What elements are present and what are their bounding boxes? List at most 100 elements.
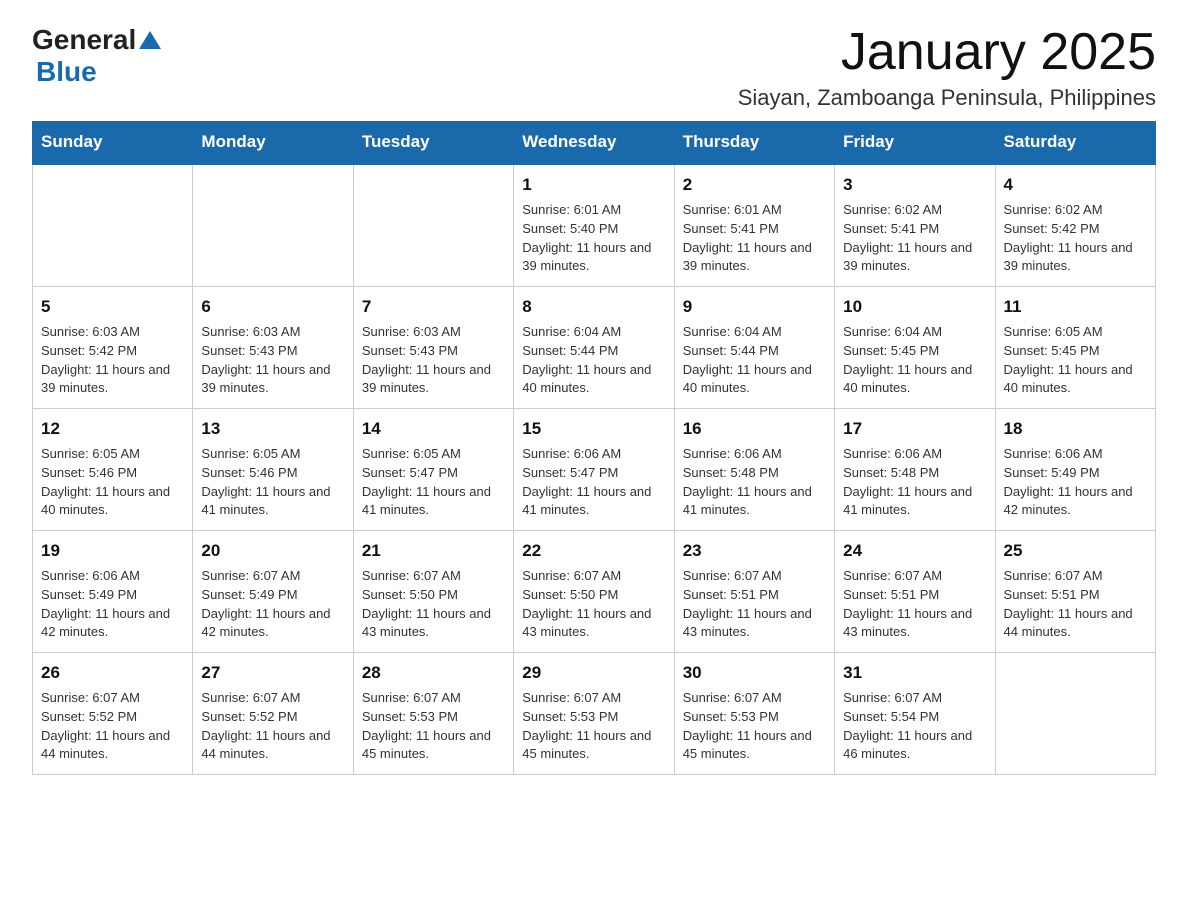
logo-general-text: General <box>32 24 136 56</box>
day-detail: Sunrise: 6:02 AM Sunset: 5:41 PM Dayligh… <box>843 201 986 276</box>
col-header-sunday: Sunday <box>33 122 193 164</box>
day-detail: Sunrise: 6:05 AM Sunset: 5:46 PM Dayligh… <box>201 445 344 520</box>
day-number: 28 <box>362 661 505 686</box>
day-number: 14 <box>362 417 505 442</box>
calendar-cell: 15Sunrise: 6:06 AM Sunset: 5:47 PM Dayli… <box>514 409 674 531</box>
day-detail: Sunrise: 6:07 AM Sunset: 5:50 PM Dayligh… <box>362 567 505 642</box>
day-detail: Sunrise: 6:01 AM Sunset: 5:41 PM Dayligh… <box>683 201 826 276</box>
calendar-cell: 22 Sunrise: 6:07 AM Sunset: 5:50 PM Dayli… <box>514 531 674 653</box>
week-row-3: 12 Sunrise: 6:05 AM Sunset: 5:46 PM Dayli… <box>33 409 1156 531</box>
calendar-cell: 30Sunrise: 6:07 AM Sunset: 5:53 PM Dayli… <box>674 653 834 775</box>
day-number: 15 <box>522 417 665 442</box>
day-detail: Sunrise: 6:05 AM Sunset: 5:45 PM Dayligh… <box>1004 323 1147 398</box>
col-header-wednesday: Wednesday <box>514 122 674 164</box>
logo-arrow-icon <box>139 31 161 49</box>
day-number: 25 <box>1004 539 1147 564</box>
calendar-cell: 2 Sunrise: 6:01 AM Sunset: 5:41 PM Daylig… <box>674 164 834 287</box>
calendar-cell: 31Sunrise: 6:07 AM Sunset: 5:54 PM Dayli… <box>835 653 995 775</box>
calendar-cell: 29Sunrise: 6:07 AM Sunset: 5:53 PM Dayli… <box>514 653 674 775</box>
day-detail: Sunrise: 6:03 AM Sunset: 5:42 PM Dayligh… <box>41 323 184 398</box>
day-detail: Sunrise: 6:07 AM Sunset: 5:51 PM Dayligh… <box>1004 567 1147 642</box>
calendar-cell: 26 Sunrise: 6:07 AM Sunset: 5:52 PM Dayli… <box>33 653 193 775</box>
calendar-cell <box>353 164 513 287</box>
logo-blue-text: Blue <box>36 56 97 87</box>
calendar-cell: 8Sunrise: 6:04 AM Sunset: 5:44 PM Daylig… <box>514 287 674 409</box>
day-detail: Sunrise: 6:05 AM Sunset: 5:47 PM Dayligh… <box>362 445 505 520</box>
day-number: 17 <box>843 417 986 442</box>
col-header-thursday: Thursday <box>674 122 834 164</box>
day-number: 31 <box>843 661 986 686</box>
day-detail: Sunrise: 6:07 AM Sunset: 5:53 PM Dayligh… <box>362 689 505 764</box>
calendar-cell: 5 Sunrise: 6:03 AM Sunset: 5:42 PM Daylig… <box>33 287 193 409</box>
calendar-cell: 12Sunrise: 6:05 AM Sunset: 5:46 PM Dayli… <box>33 409 193 531</box>
day-number: 4 <box>1004 173 1147 198</box>
calendar-cell: 4 Sunrise: 6:02 AM Sunset: 5:42 PM Daylig… <box>995 164 1155 287</box>
day-number: 16 <box>683 417 826 442</box>
calendar-cell <box>193 164 353 287</box>
day-number: 24 <box>843 539 986 564</box>
calendar-table: SundayMondayTuesdayWednesdayThursdayFrid… <box>32 121 1156 775</box>
day-number: 11 <box>1004 295 1147 320</box>
day-number: 18 <box>1004 417 1147 442</box>
col-header-saturday: Saturday <box>995 122 1155 164</box>
day-number: 8 <box>522 295 665 320</box>
calendar-cell: 25 Sunrise: 6:07 AM Sunset: 5:51 PM Dayli… <box>995 531 1155 653</box>
calendar-cell: 7 Sunrise: 6:03 AM Sunset: 5:43 PM Daylig… <box>353 287 513 409</box>
calendar-cell: 28 Sunrise: 6:07 AM Sunset: 5:53 PM Dayli… <box>353 653 513 775</box>
calendar-cell <box>33 164 193 287</box>
day-number: 10 <box>843 295 986 320</box>
calendar-cell: 17 Sunrise: 6:06 AM Sunset: 5:48 PM Dayli… <box>835 409 995 531</box>
day-detail: Sunrise: 6:01 AM Sunset: 5:40 PM Dayligh… <box>522 201 665 276</box>
day-number: 21 <box>362 539 505 564</box>
calendar-title: January 2025 <box>738 24 1156 81</box>
calendar-cell: 10Sunrise: 6:04 AM Sunset: 5:45 PM Dayli… <box>835 287 995 409</box>
day-number: 23 <box>683 539 826 564</box>
col-header-monday: Monday <box>193 122 353 164</box>
day-detail: Sunrise: 6:03 AM Sunset: 5:43 PM Dayligh… <box>201 323 344 398</box>
day-detail: Sunrise: 6:06 AM Sunset: 5:49 PM Dayligh… <box>1004 445 1147 520</box>
day-number: 30 <box>683 661 826 686</box>
calendar-subtitle: Siayan, Zamboanga Peninsula, Philippines <box>738 85 1156 111</box>
day-detail: Sunrise: 6:07 AM Sunset: 5:52 PM Dayligh… <box>201 689 344 764</box>
day-detail: Sunrise: 6:07 AM Sunset: 5:53 PM Dayligh… <box>522 689 665 764</box>
day-number: 22 <box>522 539 665 564</box>
calendar-cell: 18 Sunrise: 6:06 AM Sunset: 5:49 PM Dayli… <box>995 409 1155 531</box>
calendar-cell: 11 Sunrise: 6:05 AM Sunset: 5:45 PM Dayli… <box>995 287 1155 409</box>
week-row-1: 1Sunrise: 6:01 AM Sunset: 5:40 PM Daylig… <box>33 164 1156 287</box>
day-number: 26 <box>41 661 184 686</box>
day-detail: Sunrise: 6:07 AM Sunset: 5:51 PM Dayligh… <box>683 567 826 642</box>
calendar-cell: 3Sunrise: 6:02 AM Sunset: 5:41 PM Daylig… <box>835 164 995 287</box>
calendar-header-row: SundayMondayTuesdayWednesdayThursdayFrid… <box>33 122 1156 164</box>
day-detail: Sunrise: 6:07 AM Sunset: 5:52 PM Dayligh… <box>41 689 184 764</box>
day-number: 9 <box>683 295 826 320</box>
day-number: 13 <box>201 417 344 442</box>
logo-icon-area <box>139 31 161 49</box>
week-row-2: 5 Sunrise: 6:03 AM Sunset: 5:42 PM Daylig… <box>33 287 1156 409</box>
calendar-cell: 13 Sunrise: 6:05 AM Sunset: 5:46 PM Dayli… <box>193 409 353 531</box>
day-number: 7 <box>362 295 505 320</box>
calendar-cell <box>995 653 1155 775</box>
day-detail: Sunrise: 6:07 AM Sunset: 5:51 PM Dayligh… <box>843 567 986 642</box>
day-number: 20 <box>201 539 344 564</box>
calendar-cell: 9Sunrise: 6:04 AM Sunset: 5:44 PM Daylig… <box>674 287 834 409</box>
calendar-cell: 14 Sunrise: 6:05 AM Sunset: 5:47 PM Dayli… <box>353 409 513 531</box>
logo: General Blue <box>32 24 161 88</box>
col-header-tuesday: Tuesday <box>353 122 513 164</box>
day-detail: Sunrise: 6:06 AM Sunset: 5:48 PM Dayligh… <box>843 445 986 520</box>
day-detail: Sunrise: 6:02 AM Sunset: 5:42 PM Dayligh… <box>1004 201 1147 276</box>
calendar-cell: 1Sunrise: 6:01 AM Sunset: 5:40 PM Daylig… <box>514 164 674 287</box>
calendar-cell: 27Sunrise: 6:07 AM Sunset: 5:52 PM Dayli… <box>193 653 353 775</box>
day-number: 2 <box>683 173 826 198</box>
week-row-4: 19 Sunrise: 6:06 AM Sunset: 5:49 PM Dayli… <box>33 531 1156 653</box>
calendar-cell: 16 Sunrise: 6:06 AM Sunset: 5:48 PM Dayli… <box>674 409 834 531</box>
day-number: 5 <box>41 295 184 320</box>
calendar-cell: 24 Sunrise: 6:07 AM Sunset: 5:51 PM Dayli… <box>835 531 995 653</box>
day-number: 19 <box>41 539 184 564</box>
day-detail: Sunrise: 6:06 AM Sunset: 5:48 PM Dayligh… <box>683 445 826 520</box>
day-detail: Sunrise: 6:07 AM Sunset: 5:50 PM Dayligh… <box>522 567 665 642</box>
col-header-friday: Friday <box>835 122 995 164</box>
calendar-cell: 23 Sunrise: 6:07 AM Sunset: 5:51 PM Dayli… <box>674 531 834 653</box>
day-detail: Sunrise: 6:06 AM Sunset: 5:49 PM Dayligh… <box>41 567 184 642</box>
day-detail: Sunrise: 6:03 AM Sunset: 5:43 PM Dayligh… <box>362 323 505 398</box>
day-number: 12 <box>41 417 184 442</box>
